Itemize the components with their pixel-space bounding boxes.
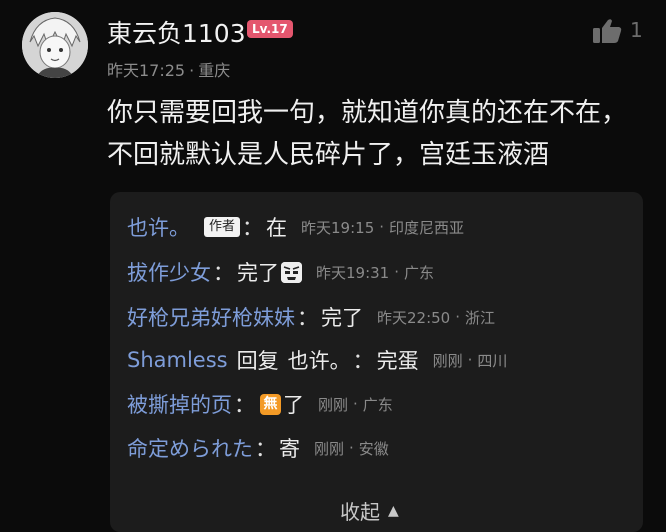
reply-colon: ： (255, 437, 276, 461)
reply-author[interactable]: 也许。 (127, 212, 190, 242)
reply-item[interactable]: 拔作少女 ： 完了 昨天19:31 · 广东 (127, 257, 434, 287)
reply-item[interactable]: 好枪兄弟好枪妹妹 ： 完了 昨天22:50 · 浙江 (127, 302, 495, 332)
reply-author[interactable]: 命定められた (127, 433, 253, 463)
reply-location: 印度尼西亚 (389, 218, 465, 237)
reply-item[interactable]: Shamless 回复 也许。 ： 完蛋 刚刚 · 四川 (127, 345, 507, 375)
reply-text: 完了 (321, 306, 363, 330)
comment-time: 昨天17:25 (107, 61, 186, 80)
author-badge: 作者 (204, 217, 241, 237)
reply-time: 刚刚 (318, 395, 349, 414)
meta-separator: · (189, 61, 195, 80)
meta-separator: · (349, 439, 354, 457)
comment-meta: 昨天17:25 · 重庆 (107, 57, 230, 81)
reply-time: 昨天19:15 (301, 218, 375, 237)
reply-text: 在 (266, 216, 288, 240)
reply-colon: ： (242, 216, 264, 240)
reply-time: 昨天22:50 (377, 308, 451, 327)
chevron-up-icon: ▲ (388, 502, 399, 519)
wu-emoji-icon: 無 (260, 393, 281, 415)
reply-word: 回复 (236, 349, 279, 373)
comment-text: 你只需要回我一句，就知道你真的还在不在，不回就默认是人民碎片了，宫廷玉液酒 (107, 98, 628, 170)
reply-author[interactable]: Shamless (127, 348, 228, 372)
avatar[interactable] (22, 12, 88, 78)
like-count: 1 (630, 18, 643, 42)
collapse-label: 收起 (340, 500, 380, 524)
reply-item[interactable]: 也许。 作者 ： 在 昨天19:15 · 印度尼西亚 (127, 212, 464, 242)
reply-colon: ： (234, 393, 255, 417)
meta-separator: · (467, 351, 473, 369)
reply-target[interactable]: 也许。 (288, 345, 351, 375)
meta-separator: · (353, 395, 358, 413)
reply-author[interactable]: 好枪兄弟好枪妹妹 (127, 302, 295, 332)
reply-colon: ： (352, 349, 374, 373)
reply-location: 四川 (477, 351, 508, 370)
reply-colon: ： (213, 261, 234, 285)
reply-item[interactable]: 命定められた ： 寄 刚刚 · 安徽 (127, 433, 389, 463)
reply-location: 浙江 (465, 308, 496, 327)
reply-time: 昨天19:31 (316, 263, 390, 282)
reply-item[interactable]: 被撕掉的页 ： 無 了 刚刚 · 广东 (127, 389, 393, 419)
face-emoji-icon (281, 261, 302, 283)
like-button[interactable] (592, 18, 622, 44)
collapse-button[interactable]: 收起 ▲ (340, 496, 399, 525)
reply-location: 广东 (362, 395, 393, 414)
reply-panel: 也许。 作者 ： 在 昨天19:15 · 印度尼西亚 拔作少女 ： 完了 昨天1… (110, 192, 643, 532)
avatar-image (22, 12, 88, 78)
reply-text: 完了 (237, 261, 279, 285)
username[interactable]: 東云负1103 (107, 14, 246, 50)
reply-location: 广东 (404, 263, 435, 282)
thumbs-up-icon (593, 19, 622, 43)
reply-location: 安徽 (358, 439, 389, 458)
level-badge: Lv.17 (247, 20, 293, 38)
reply-time: 刚刚 (314, 439, 345, 458)
meta-separator: · (394, 263, 400, 281)
reply-text: 了 (283, 393, 304, 417)
reply-author[interactable]: 被撕掉的页 (127, 389, 232, 419)
meta-separator: · (455, 308, 461, 326)
reply-text: 完蛋 (376, 349, 419, 373)
reply-author[interactable]: 拔作少女 (127, 257, 211, 287)
reply-time: 刚刚 (432, 351, 463, 370)
reply-colon: ： (297, 306, 318, 330)
comment-location: 重庆 (198, 61, 231, 80)
meta-separator: · (379, 218, 385, 236)
reply-text: 寄 (279, 437, 300, 461)
